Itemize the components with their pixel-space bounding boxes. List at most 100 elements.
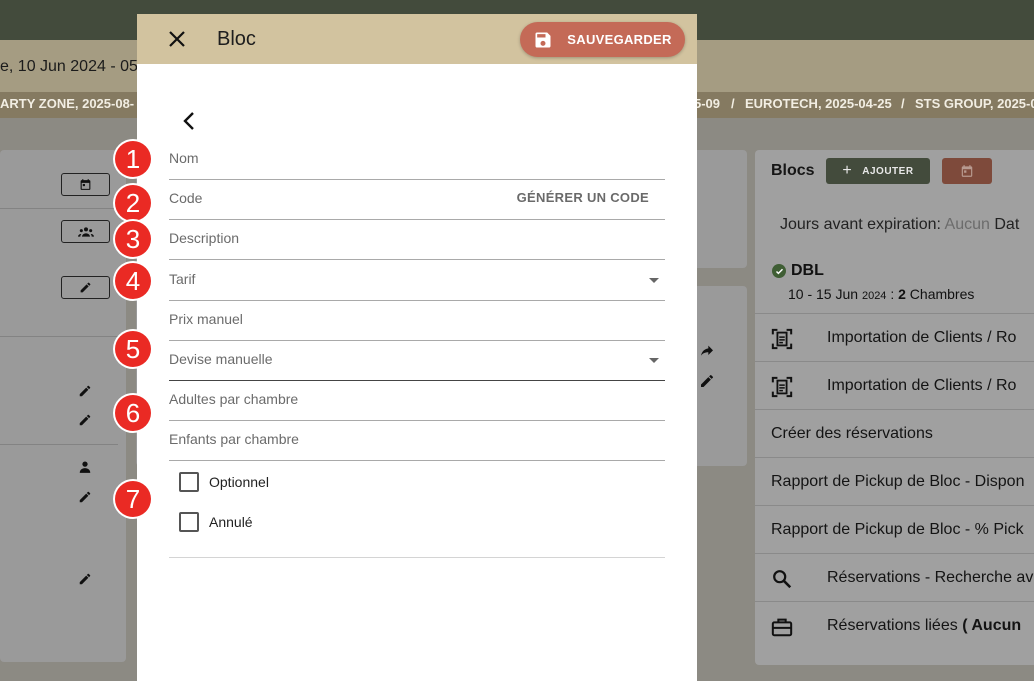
optionnel-checkbox-row[interactable]: Optionnel xyxy=(179,472,269,492)
description-field[interactable]: Description xyxy=(169,220,665,260)
optionnel-label: Optionnel xyxy=(209,474,269,490)
document-scan-icon xyxy=(771,376,793,398)
annule-checkbox-row[interactable]: Annulé xyxy=(179,512,253,532)
divider xyxy=(169,557,665,558)
menu-item-label-text: Réservations liées xyxy=(827,617,958,634)
menu-item-label: Rapport de Pickup de Bloc - % Pick xyxy=(771,521,1024,538)
share-arrow-icon[interactable] xyxy=(699,343,715,359)
briefcase-icon xyxy=(771,618,793,637)
close-icon[interactable] xyxy=(165,27,189,51)
code-label: Code xyxy=(169,190,203,206)
code-field[interactable]: Code GÉNÉRER UN CODE xyxy=(169,180,665,220)
bloc-dialog: Bloc SAUVEGARDER Nom Code GÉNÉRER UN COD… xyxy=(137,14,697,681)
menu-item-pickup-report-percent[interactable]: Rapport de Pickup de Bloc - % Pick xyxy=(755,505,1034,553)
pencil-icon[interactable] xyxy=(78,490,92,504)
document-scan-icon xyxy=(771,328,793,350)
menu-item-create-reservations[interactable]: Créer des réservations xyxy=(755,409,1034,457)
callout-badge: 7 xyxy=(115,481,151,517)
block-sep: : xyxy=(890,286,895,302)
enfants-field[interactable]: Enfants par chambre xyxy=(169,421,665,461)
menu-item-import-clients[interactable]: Importation de Clients / Ro xyxy=(755,313,1034,361)
edit-button[interactable] xyxy=(61,276,110,299)
dialog-header: Bloc SAUVEGARDER xyxy=(137,14,697,64)
generate-code-button[interactable]: GÉNÉRER UN CODE xyxy=(517,190,649,205)
dialog-title: Bloc xyxy=(217,28,256,50)
prix-manuel-field[interactable]: Prix manuel xyxy=(169,301,665,341)
breadcrumb-item[interactable]: STS GROUP, 2025-0 xyxy=(915,96,1034,111)
menu-item-label: Importation de Clients / Ro xyxy=(827,377,1017,394)
block-rooms-count: 2 xyxy=(898,286,906,302)
callout-badge: 1 xyxy=(115,141,151,177)
pencil-icon[interactable] xyxy=(78,413,92,427)
floppy-disk-icon xyxy=(535,32,551,47)
menu-item-pickup-report-availability[interactable]: Rapport de Pickup de Bloc - Dispon xyxy=(755,457,1034,505)
optionnel-checkbox[interactable] xyxy=(179,472,199,492)
dropdown-arrow-icon xyxy=(649,278,659,283)
calendar-button[interactable] xyxy=(942,158,992,184)
group-icon xyxy=(77,226,94,237)
blocs-panel: Blocs + AJOUTER Jours avant expiration: … xyxy=(755,150,1034,665)
block-year: 2024 xyxy=(861,290,887,302)
check-circle-icon xyxy=(772,264,786,278)
save-button[interactable]: SAUVEGARDER xyxy=(520,22,685,57)
breadcrumb-item[interactable]: ARTY ZONE, 2025-08- xyxy=(0,96,134,111)
description-label: Description xyxy=(169,230,240,246)
menu-item-label: Réservations liées ( Aucun xyxy=(827,617,1021,635)
block-dates: 10 - 15 Jun 2024 : 2 Chambres xyxy=(788,286,974,302)
expiry-label: Jours avant expiration: xyxy=(780,216,941,233)
blocs-title: Blocs xyxy=(771,162,815,179)
divider xyxy=(0,444,118,445)
menu-item-label: Réservations - Recherche av xyxy=(827,569,1034,586)
breadcrumb-separator: / xyxy=(731,96,735,111)
breadcrumb-separator: / xyxy=(901,96,905,111)
block-code[interactable]: DBL xyxy=(772,262,824,280)
menu-item-label: Créer des réservations xyxy=(771,425,933,442)
block-rooms-label: Chambres xyxy=(909,286,975,302)
person-icon[interactable] xyxy=(78,460,92,474)
divider xyxy=(0,336,126,337)
breadcrumb-item[interactable]: 5-09 xyxy=(694,96,720,111)
pencil-icon xyxy=(80,282,91,293)
expiry-tail: Dat xyxy=(994,216,1020,233)
search-icon xyxy=(773,570,792,589)
add-bloc-label: AJOUTER xyxy=(862,165,914,177)
menu-item-label: Rapport de Pickup de Bloc - Dispon xyxy=(771,473,1025,490)
callout-badge: 6 xyxy=(115,395,151,431)
menu-item-linked-reservations[interactable]: Réservations liées ( Aucun xyxy=(755,601,1034,649)
calendar-icon xyxy=(80,179,91,190)
annule-checkbox[interactable] xyxy=(179,512,199,532)
menu-item-label-count: ( Aucun xyxy=(962,617,1022,634)
block-code-text: DBL xyxy=(791,262,824,279)
divider xyxy=(0,208,126,209)
calendar-button[interactable] xyxy=(61,173,110,196)
date-range-text: e, 10 Jun 2024 - 05 xyxy=(0,58,138,75)
plus-icon: + xyxy=(842,162,853,179)
callout-badge: 4 xyxy=(115,263,151,299)
expiry-value: Aucun xyxy=(944,216,990,233)
dropdown-arrow-icon xyxy=(649,358,659,363)
tarif-label: Tarif xyxy=(169,271,196,287)
calendar-icon xyxy=(961,165,973,177)
menu-item-import-clients[interactable]: Importation de Clients / Ro xyxy=(755,361,1034,409)
adultes-label: Adultes par chambre xyxy=(169,391,299,407)
back-chevron-icon[interactable] xyxy=(178,109,202,133)
pencil-icon[interactable] xyxy=(78,572,92,586)
pencil-icon[interactable] xyxy=(699,373,715,389)
callout-badge: 2 xyxy=(115,185,151,221)
nom-label: Nom xyxy=(169,150,199,166)
nom-field[interactable]: Nom xyxy=(169,140,665,180)
group-button[interactable] xyxy=(61,220,110,243)
adultes-field[interactable]: Adultes par chambre xyxy=(169,381,665,421)
enfants-label: Enfants par chambre xyxy=(169,431,299,447)
callout-badge: 5 xyxy=(115,331,151,367)
pencil-icon[interactable] xyxy=(78,384,92,398)
devise-manuelle-label: Devise manuelle xyxy=(169,351,273,367)
devise-manuelle-select[interactable]: Devise manuelle xyxy=(169,341,665,381)
add-bloc-button[interactable]: + AJOUTER xyxy=(826,158,930,184)
prix-manuel-label: Prix manuel xyxy=(169,311,243,327)
menu-item-reservations-search[interactable]: Réservations - Recherche av xyxy=(755,553,1034,601)
menu-item-label: Importation de Clients / Ro xyxy=(827,329,1017,346)
tarif-select[interactable]: Tarif xyxy=(169,261,665,301)
left-card xyxy=(0,150,126,662)
breadcrumb-item[interactable]: EUROTECH, 2025-04-25 xyxy=(745,96,892,111)
